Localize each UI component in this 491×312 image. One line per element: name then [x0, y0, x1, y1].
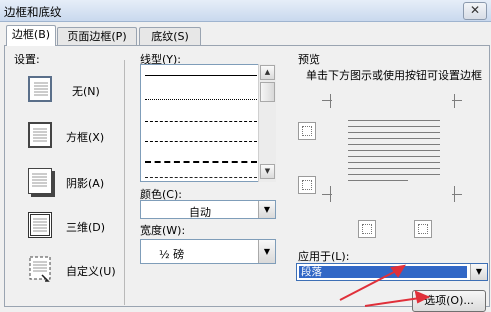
setting-shadow[interactable]: 阴影(A) [10, 163, 120, 199]
separator [124, 60, 125, 305]
preview-hint: 单击下方图示或使用按钮可设置边框 [306, 69, 482, 82]
line-style-dashed-small[interactable] [145, 121, 257, 122]
preview-area[interactable] [292, 90, 488, 230]
setting-shadow-label: 阴影(A) [66, 177, 105, 190]
setting-label: 设置: [14, 53, 40, 66]
border-top-button[interactable] [298, 122, 316, 140]
tab-borders[interactable]: 边框(B) [6, 25, 56, 46]
tab-shading[interactable]: 底纹(S) [139, 27, 201, 46]
apply-to-value: 段落 [299, 266, 467, 278]
border-right-button[interactable] [414, 220, 432, 238]
setting-box-label: 方框(X) [66, 131, 105, 144]
line-style-dashed-long[interactable] [145, 161, 257, 163]
setting-shadow-icon [28, 168, 52, 194]
scroll-down-button[interactable]: ▼ [260, 164, 275, 179]
line-style-dashed[interactable] [145, 141, 257, 142]
border-bottom-button[interactable] [298, 176, 316, 194]
setting-none[interactable]: 无(N) [10, 71, 120, 107]
setting-custom-label: 自定义(U) [66, 265, 116, 278]
setting-custom[interactable]: 自定义(U) [10, 251, 120, 287]
line-style-list[interactable] [140, 64, 276, 182]
width-label: 宽度(W): [140, 224, 186, 237]
options-button[interactable]: 选项(O)... [412, 290, 486, 312]
setting-box[interactable]: 方框(X) [10, 117, 120, 153]
dialog-title: 边框和底纹 [4, 5, 62, 19]
setting-box-icon [28, 122, 52, 148]
scroll-up-button[interactable]: ▲ [260, 65, 275, 80]
setting-3d-label: 三维(D) [66, 221, 106, 234]
line-style-scrollbar[interactable]: ▲ ▼ [258, 64, 276, 182]
setting-3d[interactable]: 三维(D) [10, 207, 120, 243]
scroll-thumb[interactable] [260, 82, 275, 102]
setting-3d-icon [28, 212, 52, 238]
setting-custom-icon [28, 255, 54, 283]
close-button[interactable]: ✕ [463, 2, 487, 20]
line-style-dotted[interactable] [145, 99, 257, 100]
title-bar: 边框和底纹 [0, 0, 491, 22]
color-combo[interactable]: 自动 ▼ [140, 200, 276, 219]
width-combo[interactable]: ½ 磅 ▼ [140, 239, 276, 264]
width-value: ½ 磅 [159, 248, 185, 261]
setting-none-icon [28, 76, 52, 102]
line-style-solid[interactable] [145, 75, 257, 76]
border-left-button[interactable] [358, 220, 376, 238]
chevron-down-icon[interactable]: ▼ [470, 264, 487, 280]
apply-to-combo[interactable]: 段落 ▼ [296, 263, 488, 281]
color-value: 自动 [189, 206, 211, 219]
chevron-down-icon[interactable]: ▼ [258, 201, 275, 218]
preview-label: 预览 [298, 53, 320, 66]
setting-none-label: 无(N) [72, 85, 100, 98]
chevron-down-icon[interactable]: ▼ [258, 240, 275, 263]
apply-to-label: 应用于(L): [298, 250, 350, 263]
tab-page-border[interactable]: 页面边框(P) [57, 27, 137, 46]
line-style-dash-dot[interactable] [145, 177, 257, 178]
